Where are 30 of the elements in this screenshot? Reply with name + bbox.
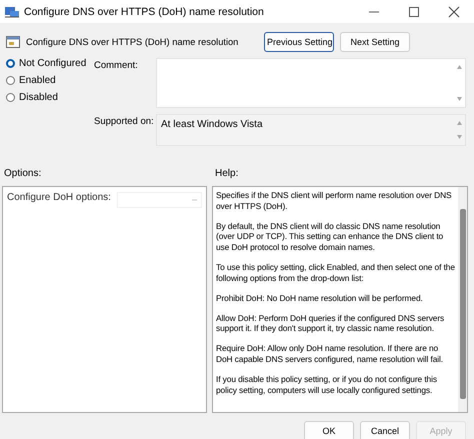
scroll-up-icon[interactable] (456, 65, 462, 69)
supported-on-field: At least Windows Vista (156, 114, 466, 146)
scrollbar[interactable] (458, 187, 467, 412)
help-paragraph: Require DoH: Allow only DoH name resolution. If there are no DoH capable DNS servers configured, name resolution will fail. (216, 343, 444, 365)
ok-button[interactable]: OK (304, 421, 354, 439)
previous-setting-button[interactable]: Previous Setting (264, 32, 334, 52)
option-label: Configure DoH options: (7, 192, 111, 203)
app-icon (5, 6, 19, 18)
help-paragraph: Specifies if the DNS client will perform name resolution over DNS over HTTPS (DoH). (216, 190, 453, 212)
next-setting-button[interactable]: Next Setting (340, 32, 410, 52)
state-radio[interactable]: Not Configured (6, 58, 94, 69)
help-paragraph: Prohibit DoH: No DoH name resolution will be performed. (216, 292, 424, 304)
window-title: Configure DNS over HTTPS (DoH) name resolution (24, 6, 265, 18)
help-paragraph: Allow DoH: Perform DoH queries if the configured DNS servers support it. If they don't support it, try classic name resolution. (216, 312, 446, 334)
comment-field[interactable] (156, 58, 466, 108)
help-label: Help: (215, 168, 238, 181)
setting-title: Configure DNS over HTTPS (DoH) name resolution (26, 37, 240, 47)
supported-on-label: Supported on: (94, 115, 155, 129)
help-paragraph: To use this policy setting, click Enabled, and then select one of the following options from the drop-down list: (216, 262, 455, 284)
state-radio[interactable]: Enabled (6, 75, 94, 86)
cancel-button[interactable]: Cancel (360, 421, 410, 439)
options-label: Options: (3, 168, 42, 181)
policy-icon (6, 36, 20, 48)
state-radio[interactable]: Disabled (6, 92, 94, 103)
help-paragraph: If you disable this policy setting, or if you do not configure this policy setting, computers will use locally configured settings. (216, 374, 438, 396)
scroll-down-icon[interactable] (456, 135, 462, 139)
comment-label: Comment: (94, 59, 139, 73)
help-paragraph: By default, the DNS client will do classic DNS name resolution (over UDP or TCP). This setting can enhance the DNS client to use DoH protocol to resolve domain names. (216, 220, 444, 252)
scroll-down-icon[interactable] (456, 97, 462, 101)
scroll-up-icon[interactable] (456, 121, 462, 125)
